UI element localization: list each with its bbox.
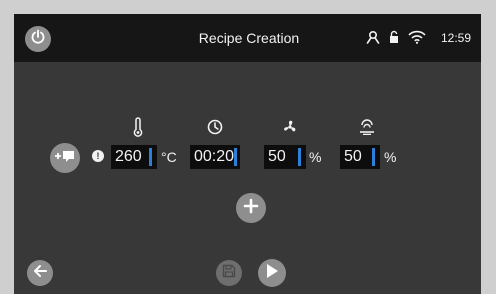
page-title: Recipe Creation (198, 30, 300, 46)
save-icon (222, 264, 236, 283)
plus-icon (243, 198, 259, 219)
arrow-left-icon (32, 263, 48, 284)
text-cursor (372, 148, 375, 166)
fan-icon (279, 117, 301, 137)
humidity-value: 50 (344, 148, 362, 165)
save-button[interactable] (216, 260, 242, 286)
time-value: 00:20 (194, 148, 235, 165)
temperature-field[interactable]: 260 (111, 145, 157, 169)
play-button[interactable] (258, 259, 286, 287)
add-step-button[interactable] (236, 193, 266, 223)
humidity-unit: % (384, 149, 397, 165)
fan-value: 50 (268, 148, 286, 165)
humidity-field[interactable]: 50 (340, 145, 380, 169)
clock-time: 12:59 (441, 31, 472, 45)
add-comment-icon (54, 149, 76, 168)
power-button[interactable] (25, 26, 51, 52)
text-cursor (234, 148, 237, 166)
text-cursor (149, 148, 152, 166)
status-icons (366, 29, 426, 49)
temperature-unit: °C (161, 149, 177, 165)
wifi-icon (408, 30, 426, 49)
fan-unit: % (309, 149, 322, 165)
top-bar: Recipe Creation 12:59 (14, 14, 481, 62)
add-note-button[interactable] (50, 143, 80, 173)
back-button[interactable] (27, 260, 53, 286)
power-icon (30, 29, 46, 50)
thermometer-icon (127, 117, 149, 137)
time-field[interactable]: 00:20 (190, 145, 240, 169)
user-icon (366, 30, 380, 49)
temperature-value: 260 (115, 148, 142, 165)
info-icon: ! (92, 150, 104, 162)
text-cursor (298, 148, 301, 166)
clock-icon (204, 117, 226, 137)
steam-icon (356, 117, 378, 137)
fan-field[interactable]: 50 (264, 145, 306, 169)
play-icon (265, 263, 279, 284)
lock-icon (389, 30, 399, 49)
touch-screen: Recipe Creation 12:59 ! 260 °C 00:20 50 … (14, 14, 481, 294)
